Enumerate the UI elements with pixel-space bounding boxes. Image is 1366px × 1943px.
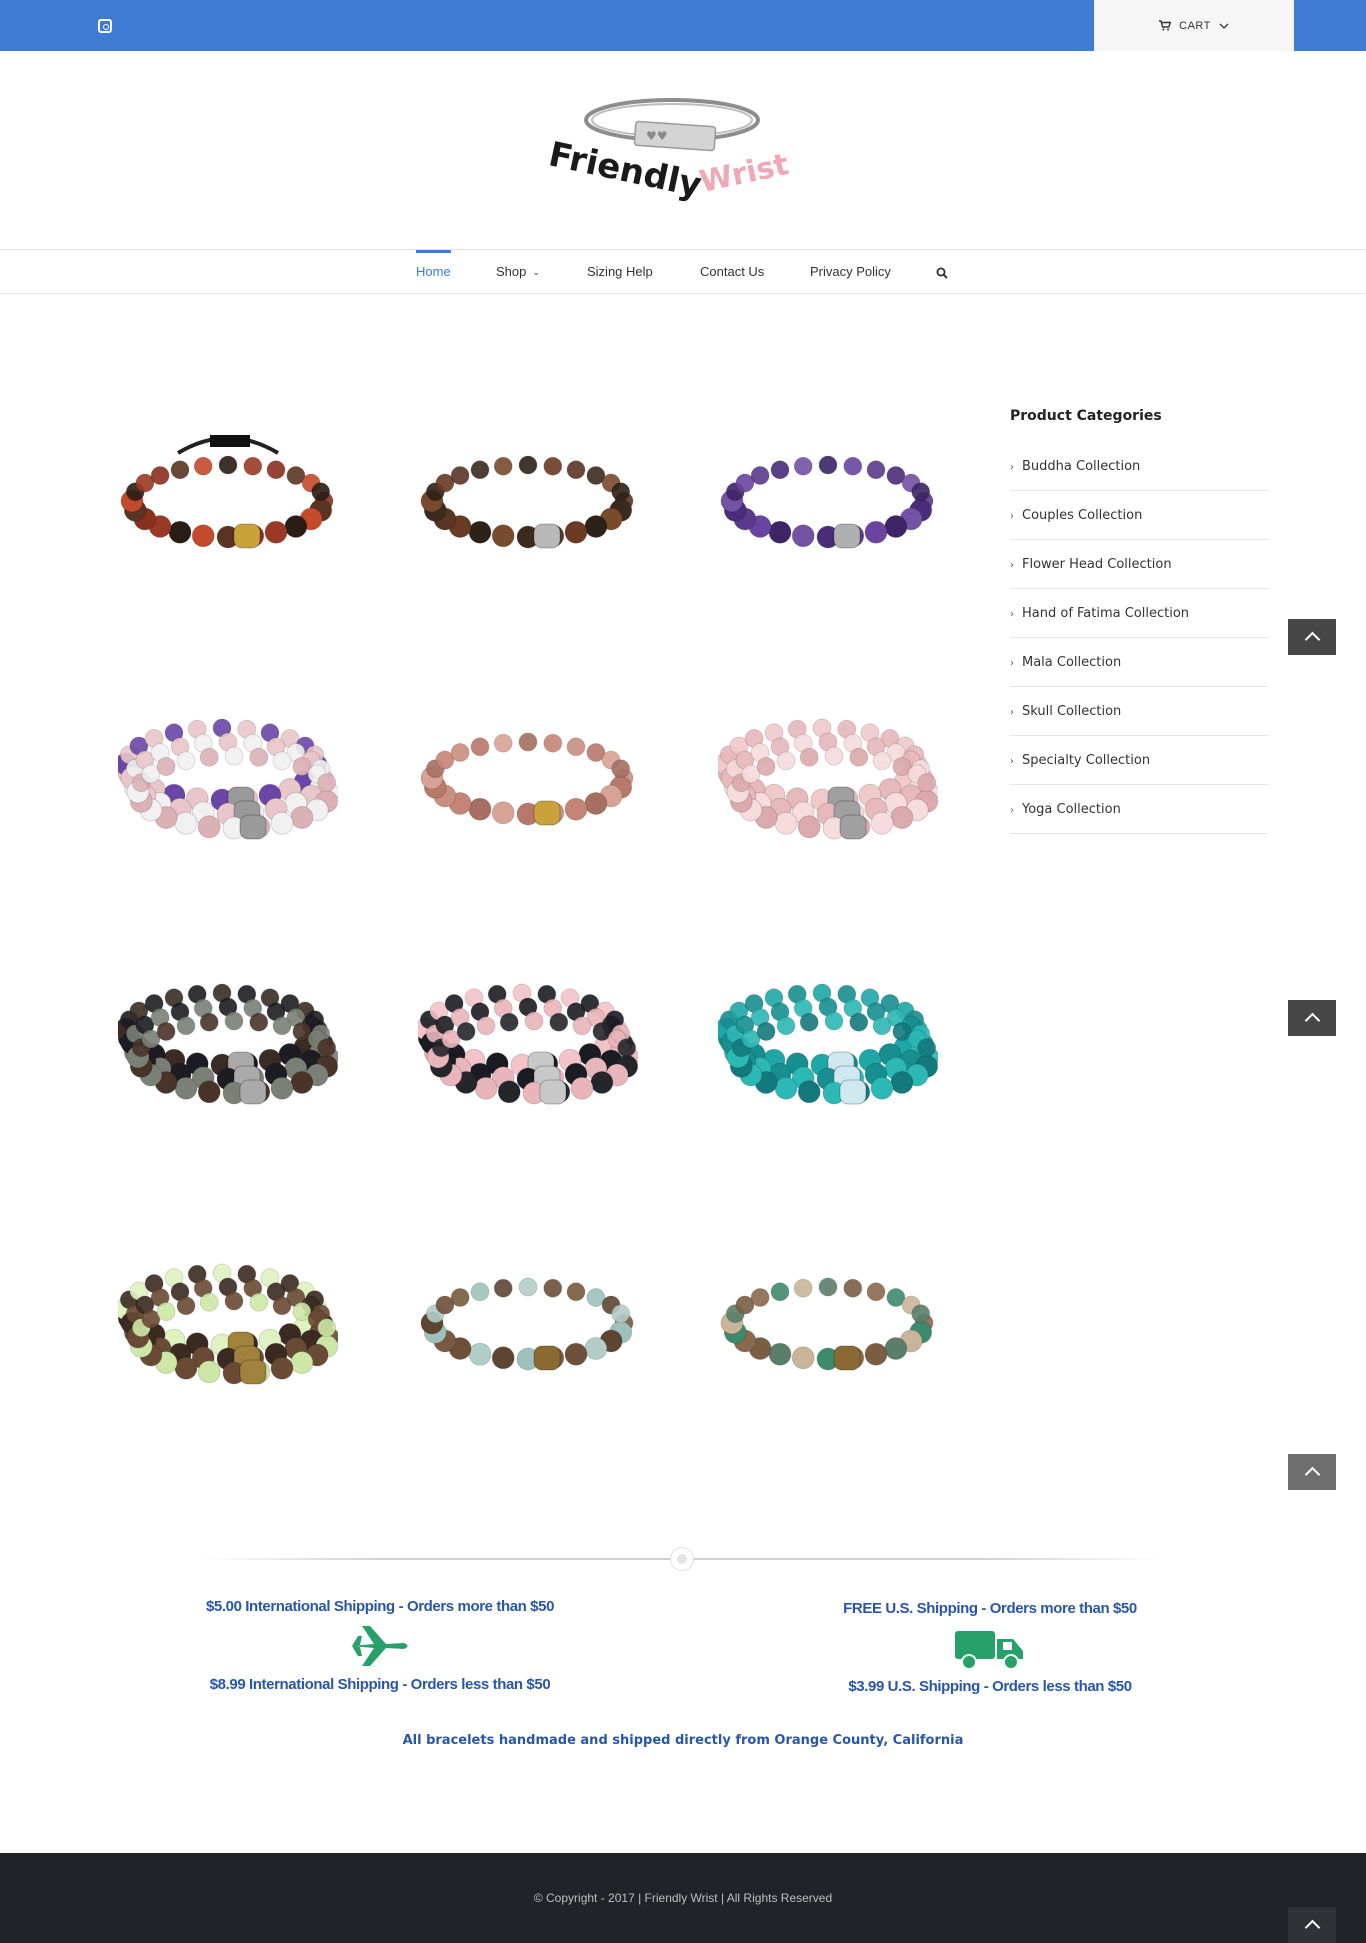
product-card[interactable] bbox=[678, 655, 978, 895]
bracelet-image bbox=[718, 983, 938, 1105]
chevron-right-icon: › bbox=[1010, 658, 1014, 669]
scroll-top-button[interactable] bbox=[1288, 1000, 1336, 1036]
product-categories-widget: Product Categories › Buddha Collection › C… bbox=[1010, 408, 1268, 834]
category-mala[interactable]: › Mala Collection bbox=[1010, 638, 1268, 687]
nav-privacy-policy[interactable]: Privacy Policy bbox=[810, 250, 891, 294]
copyright-text: © Copyright - 2017 | Friendly Wrist | Al… bbox=[533, 1891, 833, 1905]
bracelet-image bbox=[118, 1263, 338, 1385]
svg-text:♥♥: ♥♥ bbox=[646, 129, 668, 143]
cart-icon bbox=[1159, 20, 1172, 31]
bracelet-image bbox=[420, 732, 634, 826]
domestic-shipping-line2: $3.99 U.S. Shipping - Orders less than $… bbox=[848, 1678, 1132, 1695]
scroll-top-button[interactable] bbox=[1288, 1907, 1336, 1943]
bracelet-image bbox=[420, 455, 634, 549]
bracelet-image bbox=[420, 1277, 634, 1371]
bracelet-image bbox=[718, 718, 938, 840]
logo-image: ♥♥ Friendly Wrist bbox=[545, 98, 792, 206]
main-nav: Home Shop ⌄ Sizing Help Contact Us Privac… bbox=[0, 249, 1366, 294]
product-card[interactable] bbox=[378, 655, 678, 895]
category-buddha[interactable]: › Buddha Collection bbox=[1010, 442, 1268, 491]
widget-title: Product Categories bbox=[1010, 408, 1162, 424]
bracelet-image bbox=[118, 983, 338, 1105]
international-shipping-line2: $8.99 International Shipping - Orders le… bbox=[209, 1676, 551, 1693]
handmade-tagline: All bracelets handmade and shipped direc… bbox=[402, 1733, 964, 1748]
chevron-right-icon: › bbox=[1010, 756, 1014, 767]
product-card[interactable] bbox=[678, 1200, 978, 1440]
chevron-right-icon: › bbox=[1010, 560, 1014, 571]
nav-shop[interactable]: Shop ⌄ bbox=[496, 250, 540, 294]
domestic-shipping: FREE U.S. Shipping - Orders more than $5… bbox=[800, 1598, 1180, 1698]
chevron-down-icon bbox=[1219, 23, 1229, 29]
bracelet-image bbox=[418, 983, 638, 1105]
category-skull[interactable]: › Skull Collection bbox=[1010, 687, 1268, 736]
chevron-right-icon: › bbox=[1010, 707, 1014, 718]
category-specialty[interactable]: › Specialty Collection bbox=[1010, 736, 1268, 785]
product-card[interactable] bbox=[78, 655, 378, 895]
product-card[interactable] bbox=[678, 378, 978, 618]
truck-icon bbox=[800, 1620, 1180, 1676]
product-card[interactable] bbox=[78, 378, 378, 618]
footer: © Copyright - 2017 | Friendly Wrist | Al… bbox=[0, 1853, 1366, 1943]
cart-button[interactable]: CART bbox=[1094, 0, 1294, 51]
nav-sizing-help[interactable]: Sizing Help bbox=[587, 250, 653, 294]
chevron-right-icon: › bbox=[1010, 609, 1014, 620]
product-card[interactable] bbox=[378, 378, 678, 618]
product-card[interactable] bbox=[78, 920, 378, 1160]
nav-search[interactable] bbox=[936, 250, 948, 294]
instagram-icon[interactable] bbox=[98, 19, 112, 33]
product-card[interactable] bbox=[378, 1200, 678, 1440]
international-shipping: $5.00 International Shipping - Orders mo… bbox=[190, 1596, 570, 1696]
bracelet-image bbox=[720, 455, 934, 549]
scroll-top-button[interactable] bbox=[1288, 1454, 1336, 1490]
airplane-icon bbox=[190, 1618, 570, 1674]
svg-text:Wrist: Wrist bbox=[697, 147, 792, 200]
chevron-right-icon: › bbox=[1010, 805, 1014, 816]
bracelet-image bbox=[720, 1277, 934, 1371]
site-logo[interactable]: ♥♥ Friendly Wrist bbox=[540, 88, 830, 218]
chevron-right-icon: › bbox=[1010, 462, 1014, 473]
chevron-down-icon: ⌄ bbox=[532, 267, 540, 277]
international-shipping-line1: $5.00 International Shipping - Orders mo… bbox=[205, 1598, 555, 1615]
chevron-right-icon: › bbox=[1010, 511, 1014, 522]
divider-ornament bbox=[670, 1547, 694, 1571]
domestic-shipping-line1: FREE U.S. Shipping - Orders more than $5… bbox=[843, 1600, 1137, 1617]
nav-home[interactable]: Home bbox=[416, 250, 451, 294]
bracelet-image bbox=[120, 435, 334, 549]
cart-label: CART bbox=[1179, 19, 1211, 32]
product-card[interactable] bbox=[378, 920, 678, 1160]
product-card[interactable] bbox=[78, 1200, 378, 1440]
scroll-top-button[interactable] bbox=[1288, 619, 1336, 655]
category-hand-of-fatima[interactable]: › Hand of Fatima Collection bbox=[1010, 589, 1268, 638]
category-yoga[interactable]: › Yoga Collection bbox=[1010, 785, 1268, 834]
product-card[interactable] bbox=[678, 920, 978, 1160]
search-icon bbox=[936, 267, 948, 279]
top-bar: CART bbox=[0, 0, 1366, 51]
bracelet-image bbox=[118, 718, 338, 840]
category-couples[interactable]: › Couples Collection bbox=[1010, 491, 1268, 540]
category-flower-head[interactable]: › Flower Head Collection bbox=[1010, 540, 1268, 589]
nav-contact-us[interactable]: Contact Us bbox=[700, 250, 764, 294]
